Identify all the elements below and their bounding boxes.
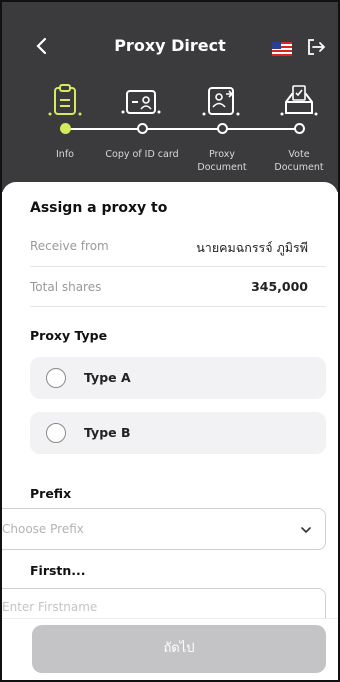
firstname-label: Firstn... xyxy=(30,563,86,578)
divider xyxy=(30,266,326,267)
section-title: Assign a proxy to xyxy=(30,200,168,216)
chevron-down-icon xyxy=(301,527,311,534)
receive-from-value: นายคมฉกรรจ์ ภูมิรพี xyxy=(196,240,308,255)
radio-button[interactable] xyxy=(46,423,66,443)
logout-button[interactable] xyxy=(305,36,327,58)
proxy-type-option-a[interactable]: Type A xyxy=(30,357,326,399)
language-button[interactable] xyxy=(272,41,292,56)
us-flag-icon xyxy=(272,42,292,56)
proxy-type-label: Type A xyxy=(84,370,131,385)
step-label-id-card: Copy of ID card xyxy=(105,149,179,160)
step-dot-proxy-document xyxy=(217,123,228,134)
step-label-proxy-document: Proxy Document xyxy=(197,149,247,173)
step-label-vote-document: Vote Document xyxy=(274,149,324,173)
proxy-type-option-b[interactable]: Type B xyxy=(30,412,326,454)
id-card-icon xyxy=(120,82,162,122)
total-shares-label: Total shares xyxy=(30,280,102,294)
step-label-info: Info xyxy=(56,149,74,160)
proxy-type-title: Proxy Type xyxy=(30,328,108,343)
divider xyxy=(30,306,326,307)
step-dot-id-card xyxy=(137,123,148,134)
prefix-select[interactable]: Choose Prefix xyxy=(2,508,326,550)
nav-bar: Proxy Direct xyxy=(2,32,338,62)
logout-icon xyxy=(308,39,326,55)
stepper: Info Copy of ID card Proxy Document Vote… xyxy=(2,82,338,182)
prefix-label: Prefix xyxy=(30,486,72,501)
clipboard-icon xyxy=(44,82,86,122)
step-dot-info xyxy=(60,123,71,134)
total-shares-value: 345,000 xyxy=(251,279,308,294)
next-button[interactable]: ถัดไป xyxy=(32,625,326,673)
footer: ถัดไป xyxy=(2,618,338,680)
receive-from-label: Receive from xyxy=(30,239,109,253)
firstname-placeholder: Enter Firstname xyxy=(2,600,98,614)
proxy-document-icon xyxy=(200,82,242,122)
proxy-type-label: Type B xyxy=(84,425,131,440)
app-frame: Proxy Direct Info Copy of ID card Proxy … xyxy=(0,0,340,682)
header: Proxy Direct Info Copy of ID card Proxy … xyxy=(2,2,338,192)
prefix-placeholder: Choose Prefix xyxy=(2,522,84,536)
stepper-line xyxy=(65,128,299,130)
form-sheet: Assign a proxy to Receive from นายคมฉกรร… xyxy=(2,182,338,680)
vote-box-icon xyxy=(278,82,320,122)
radio-button[interactable] xyxy=(46,368,66,388)
step-dot-vote-document xyxy=(294,123,305,134)
